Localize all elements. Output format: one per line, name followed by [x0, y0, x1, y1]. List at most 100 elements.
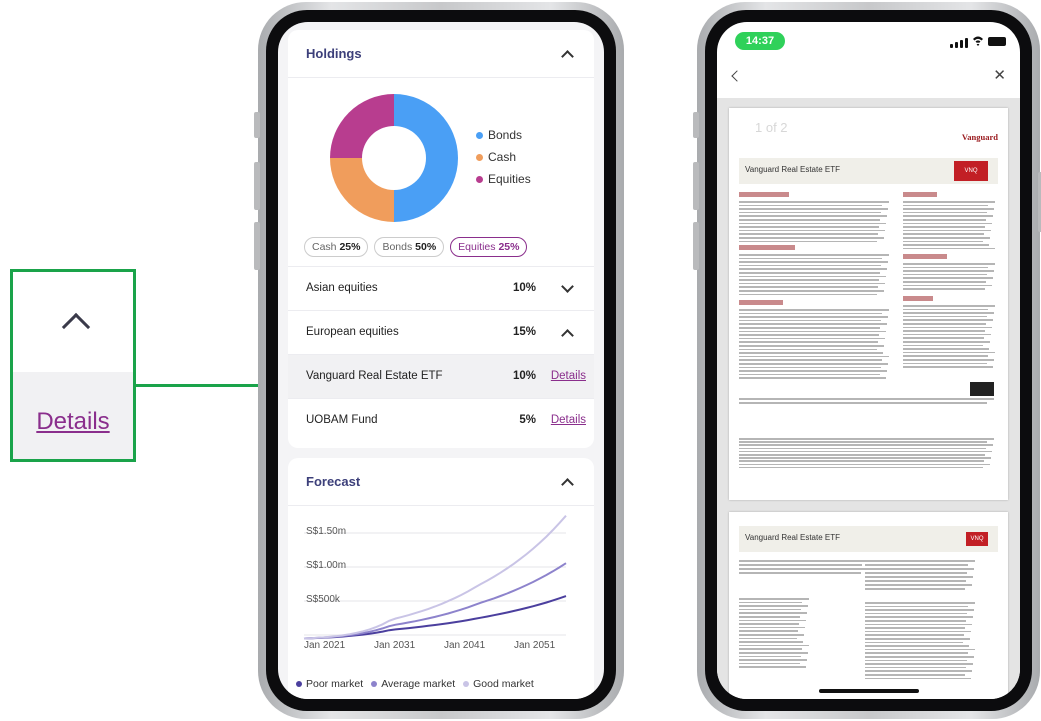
text-line: [865, 572, 967, 574]
text-line: [903, 229, 991, 232]
text-line: [739, 616, 800, 618]
pill-bonds[interactable]: Bonds 50%: [374, 237, 445, 257]
pdf-document-area[interactable]: 1 of 2 Vanguard Vanguard Real Estate ETF…: [717, 98, 1020, 699]
holding-row-uobam-fund: UOBAM Fund 5% Details: [288, 398, 594, 442]
details-link[interactable]: Details: [551, 414, 586, 426]
text-line: [739, 330, 886, 333]
text-line: [739, 568, 868, 570]
text-line: [865, 630, 971, 633]
text-line: [739, 279, 879, 281]
pill-cash[interactable]: Cash 25%: [304, 237, 369, 257]
pdf-page-1: 1 of 2 Vanguard Vanguard Real Estate ETF…: [729, 108, 1008, 500]
chevron-up-icon[interactable]: [561, 50, 574, 63]
text-line: [903, 366, 993, 368]
text-line: [903, 237, 990, 239]
pill-equities[interactable]: Equities 25%: [450, 237, 528, 257]
equities-dot-icon: [476, 175, 483, 183]
text-line: [739, 402, 987, 404]
text-line: [903, 247, 995, 250]
text-line: [903, 355, 988, 357]
legend-item-bonds: Bonds: [476, 124, 531, 146]
chevron-down-icon[interactable]: [561, 280, 574, 293]
text-line: [739, 282, 885, 285]
text-line: [903, 233, 984, 235]
text-line: [903, 284, 992, 287]
holding-row-asian-equities[interactable]: Asian equities 10%: [288, 266, 594, 310]
forecast-title: Forecast: [306, 474, 361, 489]
text-line: [739, 309, 889, 311]
section-heading: [903, 296, 933, 301]
legend-item-average: Average market: [371, 678, 455, 690]
text-line: [739, 337, 885, 340]
text-line: [865, 659, 967, 662]
pill-label: Bonds: [382, 241, 413, 253]
y-tick-label: S$1.50m: [306, 526, 347, 537]
text-line: [739, 662, 800, 665]
text-line: [739, 572, 861, 574]
chevron-up-icon[interactable]: [561, 478, 574, 491]
text-line: [865, 648, 975, 651]
holding-row-vanguard-etf: Vanguard Real Estate ETF 10% Details: [288, 354, 594, 398]
text-line: [739, 286, 878, 288]
text-line: [739, 644, 809, 647]
text-line: [739, 605, 808, 607]
text-line: [739, 254, 889, 256]
text-line: [739, 447, 986, 450]
text-line: [903, 323, 986, 325]
text-line: [903, 351, 995, 354]
forecast-card: Forecast S$1.50m S$1.00m S$500k Jan 2021…: [288, 458, 594, 699]
text-line: [903, 244, 989, 246]
text-line: [739, 601, 802, 604]
allocation-filter-pills: Cash 25% Bonds 50% Equities 25%: [304, 237, 528, 257]
signal-icon: [950, 38, 968, 48]
text-line: [739, 229, 885, 232]
x-tick-label: Jan 2041: [444, 640, 486, 651]
chevron-up-icon[interactable]: [61, 312, 91, 342]
doc-title-band: Vanguard Real Estate ETF VNQ: [739, 526, 998, 552]
text-line: [903, 208, 994, 210]
details-link[interactable]: Details: [551, 370, 586, 382]
text-line: [903, 277, 993, 279]
text-line: [903, 219, 986, 221]
text-line: [739, 240, 877, 243]
text-line: [739, 293, 877, 296]
text-line: [865, 602, 975, 604]
x-tick-label: Jan 2021: [304, 640, 346, 651]
details-link-zoomed[interactable]: Details: [13, 408, 133, 436]
text-line: [739, 648, 802, 650]
text-line: [903, 330, 985, 332]
text-line: [739, 211, 881, 214]
legend-label: Average market: [381, 678, 456, 690]
text-line: [739, 290, 884, 292]
text-line: [865, 670, 972, 672]
text-line: [865, 620, 966, 622]
text-line: [865, 576, 973, 578]
holding-row-european-equities[interactable]: European equities 15%: [288, 310, 594, 354]
text-line: [739, 634, 804, 636]
text-line: [865, 634, 964, 636]
forecast-header[interactable]: Forecast: [288, 458, 594, 506]
legend-label: Equities: [488, 172, 531, 186]
text-line: [739, 275, 886, 278]
holdings-header[interactable]: Holdings: [288, 30, 594, 78]
volume-up-button: [254, 162, 260, 210]
back-chevron-icon[interactable]: [731, 70, 743, 82]
text-line: [903, 273, 987, 276]
text-line: [739, 261, 888, 263]
section-heading: [903, 254, 947, 259]
text-line: [739, 659, 807, 661]
legend-item-good: Good market: [463, 678, 534, 690]
text-line: [739, 233, 878, 235]
status-bar: 14:37: [717, 22, 1020, 62]
text-line: [739, 323, 887, 325]
close-icon[interactable]: ✕: [993, 66, 1006, 84]
text-line: [739, 268, 887, 270]
text-line: [903, 305, 995, 307]
text-line: [865, 645, 969, 647]
text-line: [865, 560, 975, 562]
text-line: [865, 609, 974, 611]
chevron-up-icon[interactable]: [561, 329, 574, 342]
text-line: [739, 560, 869, 562]
text-line: [739, 652, 808, 654]
text-line: [903, 215, 993, 217]
